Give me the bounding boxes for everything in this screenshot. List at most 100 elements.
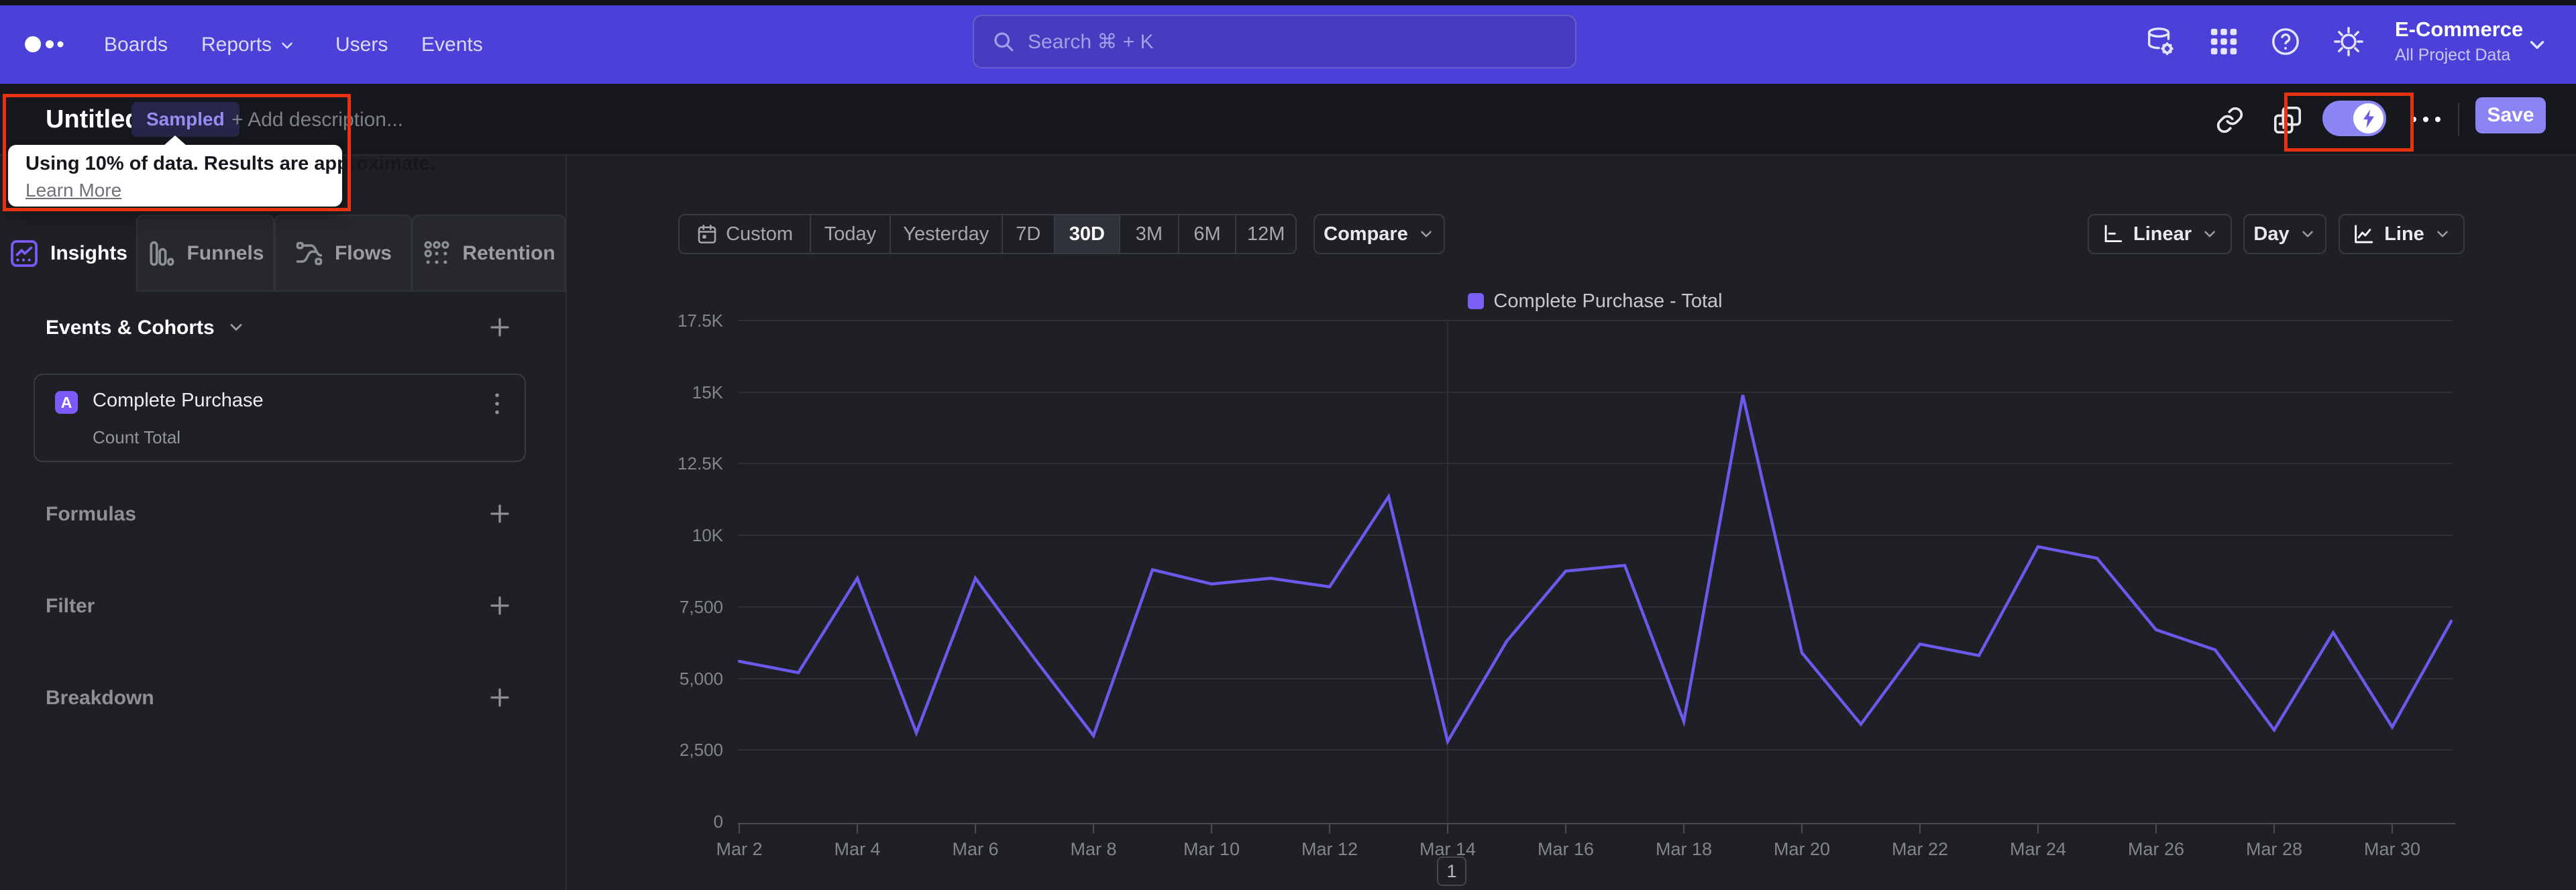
nav-item-boards[interactable]: Boards (104, 5, 168, 84)
chart-type-dropdown[interactable]: Line (2339, 214, 2465, 254)
range-12m[interactable]: 12M (1236, 215, 1295, 253)
x-axis-tick (1211, 823, 1212, 834)
line-chart-icon (2355, 225, 2373, 243)
x-axis-tick (1447, 823, 1448, 834)
x-axis-tick (975, 823, 976, 834)
search-input[interactable]: Search ⌘ + K (973, 15, 1576, 68)
tab-label: Retention (462, 241, 555, 264)
data-management-icon[interactable] (2145, 26, 2176, 57)
range-yesterday[interactable]: Yesterday (891, 215, 1003, 253)
more-options-icon[interactable] (2407, 111, 2447, 128)
sampling-toggle[interactable] (2322, 101, 2386, 136)
insights-icon (11, 239, 38, 267)
tab-insights[interactable]: Insights (0, 215, 136, 292)
settings-gear-icon[interactable] (2333, 26, 2364, 57)
tooltip-arrow (164, 135, 186, 146)
x-axis-label: Mar 22 (1891, 839, 1949, 859)
y-axis-label: 10K (692, 525, 723, 546)
y-gridline (738, 749, 2453, 751)
x-axis-label: Mar 12 (1301, 839, 1358, 859)
apps-grid-icon[interactable] (2208, 26, 2239, 57)
x-axis-label: Mar 18 (1655, 839, 1713, 859)
add-breakdown-button[interactable] (488, 685, 512, 710)
report-header-bar: Untitled Sampled + Add description... Sa… (0, 84, 2576, 156)
sampled-badge[interactable]: Sampled (131, 102, 239, 137)
tab-flows[interactable]: Flows (274, 215, 412, 292)
tab-retention[interactable]: Retention (412, 215, 566, 292)
x-axis-tick (2273, 823, 2275, 834)
linear-scale-icon (2104, 225, 2123, 243)
legend-label: Complete Purchase - Total (1493, 290, 1723, 312)
nav-item-events[interactable]: Events (421, 5, 483, 84)
x-axis-label: Mar 20 (1773, 839, 1831, 859)
chevron-down-icon (1421, 231, 1432, 237)
y-gridline (738, 606, 2453, 608)
mixpanel-logo-icon[interactable] (24, 29, 78, 60)
chart-legend[interactable]: Complete Purchase - Total (738, 290, 2453, 313)
event-name: Complete Purchase (93, 390, 264, 411)
range-custom[interactable]: Custom (680, 215, 812, 253)
range-today[interactable]: Today (811, 215, 891, 253)
range-6m[interactable]: 6M (1179, 215, 1237, 253)
x-axis-tick (1683, 823, 1684, 834)
y-axis-label: 7,500 (679, 596, 723, 617)
help-icon[interactable] (2270, 26, 2301, 57)
x-axis-tick (857, 823, 858, 834)
y-gridline (738, 677, 2453, 679)
series-line[interactable] (737, 394, 2453, 746)
chevron-down-icon (230, 324, 242, 331)
add-filter-button[interactable] (488, 594, 512, 618)
range-7d[interactable]: 7D (1003, 215, 1055, 253)
lightning-icon (2363, 109, 2374, 128)
divider (2458, 103, 2459, 136)
compare-button[interactable]: Compare (1313, 214, 1445, 254)
x-axis-label: Mar 10 (1183, 839, 1240, 859)
scale-dropdown[interactable]: Linear (2088, 214, 2232, 254)
pagination-page-1[interactable]: 1 (1437, 856, 1466, 886)
x-axis-label: Mar 4 (834, 839, 881, 859)
tab-label: Flows (334, 241, 392, 264)
x-axis-label: Mar 2 (716, 839, 763, 859)
range-label: 3M (1135, 223, 1163, 245)
copy-to-board-icon[interactable] (2272, 105, 2303, 135)
kebab-menu-icon[interactable] (487, 391, 507, 416)
y-gridline (738, 391, 2453, 393)
range-label: 6M (1193, 223, 1221, 245)
toggle-knob (2353, 103, 2383, 133)
chevron-down-icon[interactable] (2526, 34, 2548, 56)
tab-funnels[interactable]: Funnels (136, 215, 274, 292)
chevron-down-icon (2204, 231, 2215, 237)
interval-dropdown[interactable]: Day (2243, 214, 2326, 254)
share-link-icon[interactable] (2215, 105, 2245, 135)
y-axis-label: 2,500 (679, 740, 723, 761)
project-name[interactable]: E-Commerce (2395, 17, 2523, 42)
range-30d[interactable]: 30D (1055, 215, 1121, 253)
x-axis-label: Mar 26 (2127, 839, 2185, 859)
range-3m[interactable]: 3M (1120, 215, 1179, 253)
events-cohorts-header[interactable]: Events & Cohorts (46, 317, 246, 339)
compare-label: Compare (1324, 223, 1408, 245)
event-metric[interactable]: Count Total (93, 427, 180, 448)
search-placeholder: Search ⌘ + K (1028, 30, 1154, 53)
add-event-button[interactable] (488, 315, 512, 339)
x-axis-label: Mar 16 (1537, 839, 1595, 859)
sampling-tooltip: Using 10% of data. Results are approxima… (8, 135, 435, 207)
add-formula-button[interactable] (488, 502, 512, 526)
filter-section-label: Filter (46, 595, 95, 617)
v-gridline (1447, 321, 1448, 822)
event-card[interactable]: A Complete Purchase Count Total (34, 374, 526, 462)
learn-more-link[interactable]: Learn More (25, 180, 121, 201)
scale-label: Linear (2133, 223, 2192, 245)
breakdown-section-label: Breakdown (46, 687, 154, 709)
divider (566, 156, 567, 890)
nav-item-users[interactable]: Users (335, 5, 388, 84)
x-axis-tick (2392, 823, 2393, 834)
range-label: Custom (726, 223, 794, 245)
nav-item-reports[interactable]: Reports (201, 5, 296, 84)
project-scope: All Project Data (2395, 46, 2511, 64)
flows-icon (296, 241, 323, 265)
retention-icon (424, 240, 449, 264)
x-axis-tick (1919, 823, 1921, 834)
chart-type-label: Line (2384, 223, 2424, 245)
save-button[interactable]: Save (2475, 97, 2546, 133)
